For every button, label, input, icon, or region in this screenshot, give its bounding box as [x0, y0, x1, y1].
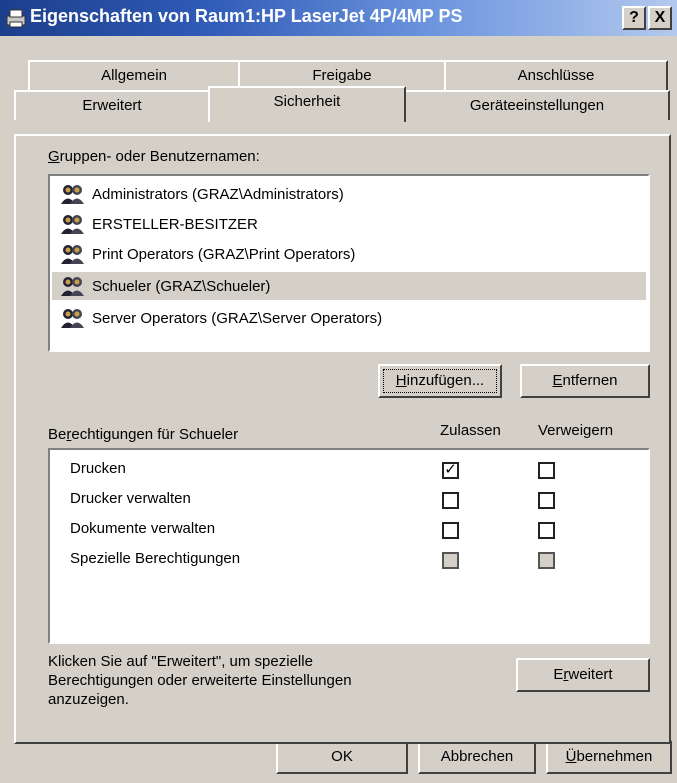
list-item-selected[interactable]: Schueler (GRAZ\Schueler) — [52, 272, 646, 300]
printer-icon — [6, 9, 26, 28]
cancel-button[interactable]: Abbrechen — [418, 740, 536, 774]
advanced-info-line: Klicken Sie auf "Erweitert", um speziell… — [48, 653, 313, 670]
deny-checkbox-spezielle-berechtigungen — [538, 552, 555, 569]
tab-sicherheit[interactable]: Sicherheit — [208, 86, 406, 122]
apply-button[interactable]: Übernehmen — [546, 740, 672, 774]
check-icon: ✓ — [444, 461, 457, 478]
close-button[interactable]: X — [648, 6, 672, 30]
group-icon — [61, 245, 84, 264]
permission-row-spezielle-berechtigungen: Spezielle Berechtigungen — [70, 550, 241, 567]
advanced-info-line: Berechtigungen oder erweiterte Einstellu… — [48, 672, 352, 689]
allow-column-header: Zulassen — [440, 422, 501, 439]
list-item-label: ERSTELLER-BESITZER — [92, 215, 258, 233]
deny-checkbox-drucker-verwalten[interactable] — [538, 492, 555, 509]
deny-checkbox-drucken[interactable] — [538, 462, 555, 479]
advanced-button[interactable]: Erweitert — [516, 658, 650, 692]
tab-anschluesse[interactable]: Anschlüsse — [444, 60, 668, 90]
remove-button[interactable]: Entfernen — [520, 364, 650, 398]
advanced-info-text: Klicken Sie auf "Erweitert", um speziell… — [48, 652, 352, 709]
permissions-list: Drucken ✓ Drucker verwalten Dokumente ve… — [48, 448, 650, 644]
allow-checkbox-drucken[interactable]: ✓ — [442, 461, 459, 479]
group-icon — [61, 309, 84, 328]
permissions-label: Berechtigungen für Schueler — [48, 426, 239, 443]
tab-erweitert[interactable]: Erweitert — [14, 90, 210, 120]
permission-row-drucker-verwalten: Drucker verwalten — [70, 490, 191, 507]
list-item[interactable]: Print Operators (GRAZ\Print Operators) — [60, 240, 355, 268]
permission-row-dokumente-verwalten: Dokumente verwalten — [70, 520, 216, 537]
list-item[interactable]: Administrators (GRAZ\Administrators) — [60, 180, 344, 208]
list-item-label: Administrators (GRAZ\Administrators) — [92, 185, 344, 203]
permission-row-drucken: Drucken — [70, 460, 126, 477]
title-bar[interactable]: Eigenschaften von Raum1:HP LaserJet 4P/4… — [0, 0, 677, 36]
list-item-label: Schueler (GRAZ\Schueler) — [92, 277, 271, 295]
group-icon — [61, 185, 84, 204]
tab-geraeteeinstellungen[interactable]: Geräteeinstellungen — [404, 90, 670, 120]
deny-column-header: Verweigern — [538, 422, 614, 439]
group-icon — [61, 277, 84, 296]
groups-label: Gruppen- oder Benutzernamen: — [48, 148, 260, 165]
advanced-info-line: anzuzeigen. — [48, 691, 129, 708]
ok-button[interactable]: OK — [276, 740, 408, 774]
list-item[interactable]: Server Operators (GRAZ\Server Operators) — [60, 304, 382, 332]
list-item[interactable]: ERSTELLER-BESITZER — [60, 210, 258, 238]
help-button[interactable]: ? — [622, 6, 646, 30]
dialog-body: Allgemein Freigabe Anschlüsse Erweitert … — [0, 36, 677, 783]
window-title: Eigenschaften von Raum1:HP LaserJet 4P/4… — [30, 6, 463, 26]
security-panel: Gruppen- oder Benutzernamen: Administrat… — [14, 134, 671, 744]
groups-listbox[interactable]: Administrators (GRAZ\Administrators) ERS… — [48, 174, 650, 352]
allow-checkbox-dokumente-verwalten[interactable] — [442, 522, 459, 539]
add-button[interactable]: Hinzufügen... — [378, 364, 502, 398]
list-item-label: Server Operators (GRAZ\Server Operators) — [92, 309, 383, 327]
allow-checkbox-drucker-verwalten[interactable] — [442, 492, 459, 509]
group-icon — [61, 215, 84, 234]
deny-checkbox-dokumente-verwalten[interactable] — [538, 522, 555, 539]
list-item-label: Print Operators (GRAZ\Print Operators) — [92, 245, 356, 263]
allow-checkbox-spezielle-berechtigungen — [442, 552, 459, 569]
